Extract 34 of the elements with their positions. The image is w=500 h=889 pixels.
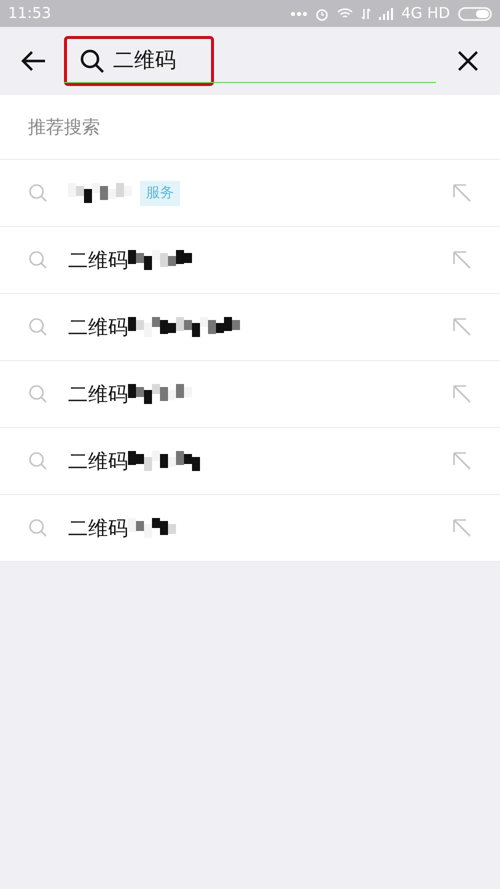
fill-arrow-icon[interactable] xyxy=(452,317,472,337)
search-icon xyxy=(28,317,48,337)
search-icon xyxy=(28,451,48,471)
fill-arrow-icon[interactable] xyxy=(452,250,472,270)
fill-arrow-icon[interactable] xyxy=(452,183,472,203)
status-time: 11:53 xyxy=(8,3,52,24)
service-tag: 服务 xyxy=(140,180,180,206)
data-transfer-icon xyxy=(361,8,372,20)
search-icon xyxy=(28,183,48,203)
suggestion-text: 二维码 xyxy=(68,515,128,542)
fill-arrow-icon[interactable] xyxy=(452,384,472,404)
search-icon xyxy=(28,518,48,538)
suggestion-item[interactable]: 二维码 xyxy=(0,227,500,294)
search-icon xyxy=(28,250,48,270)
more-dots-icon xyxy=(291,12,308,16)
section-title: 推荐搜索 xyxy=(28,116,100,140)
suggestion-text: 二维码 xyxy=(68,314,128,341)
search-icon xyxy=(79,48,105,74)
wifi-icon xyxy=(337,8,354,20)
battery-icon xyxy=(458,6,492,20)
suggestion-text: 二维码 xyxy=(68,448,128,475)
network-type: 4G HD xyxy=(401,3,450,24)
search-icon xyxy=(28,384,48,404)
search-field[interactable]: 二维码 xyxy=(64,36,214,86)
suggestion-item[interactable]: 二维码 xyxy=(0,428,500,495)
fill-arrow-icon[interactable] xyxy=(452,451,472,471)
fill-arrow-icon[interactable] xyxy=(452,518,472,538)
suggestion-text: 二维码 xyxy=(68,381,128,408)
suggestion-text: 二维码 xyxy=(68,247,128,274)
suggestion-item[interactable]: 二维码 xyxy=(0,361,500,428)
alarm-clock-icon xyxy=(315,6,330,20)
suggestion-item[interactable]: 二维码 xyxy=(0,495,500,562)
signal-icon xyxy=(379,8,394,20)
suggestion-item[interactable]: 二维码 xyxy=(0,294,500,361)
